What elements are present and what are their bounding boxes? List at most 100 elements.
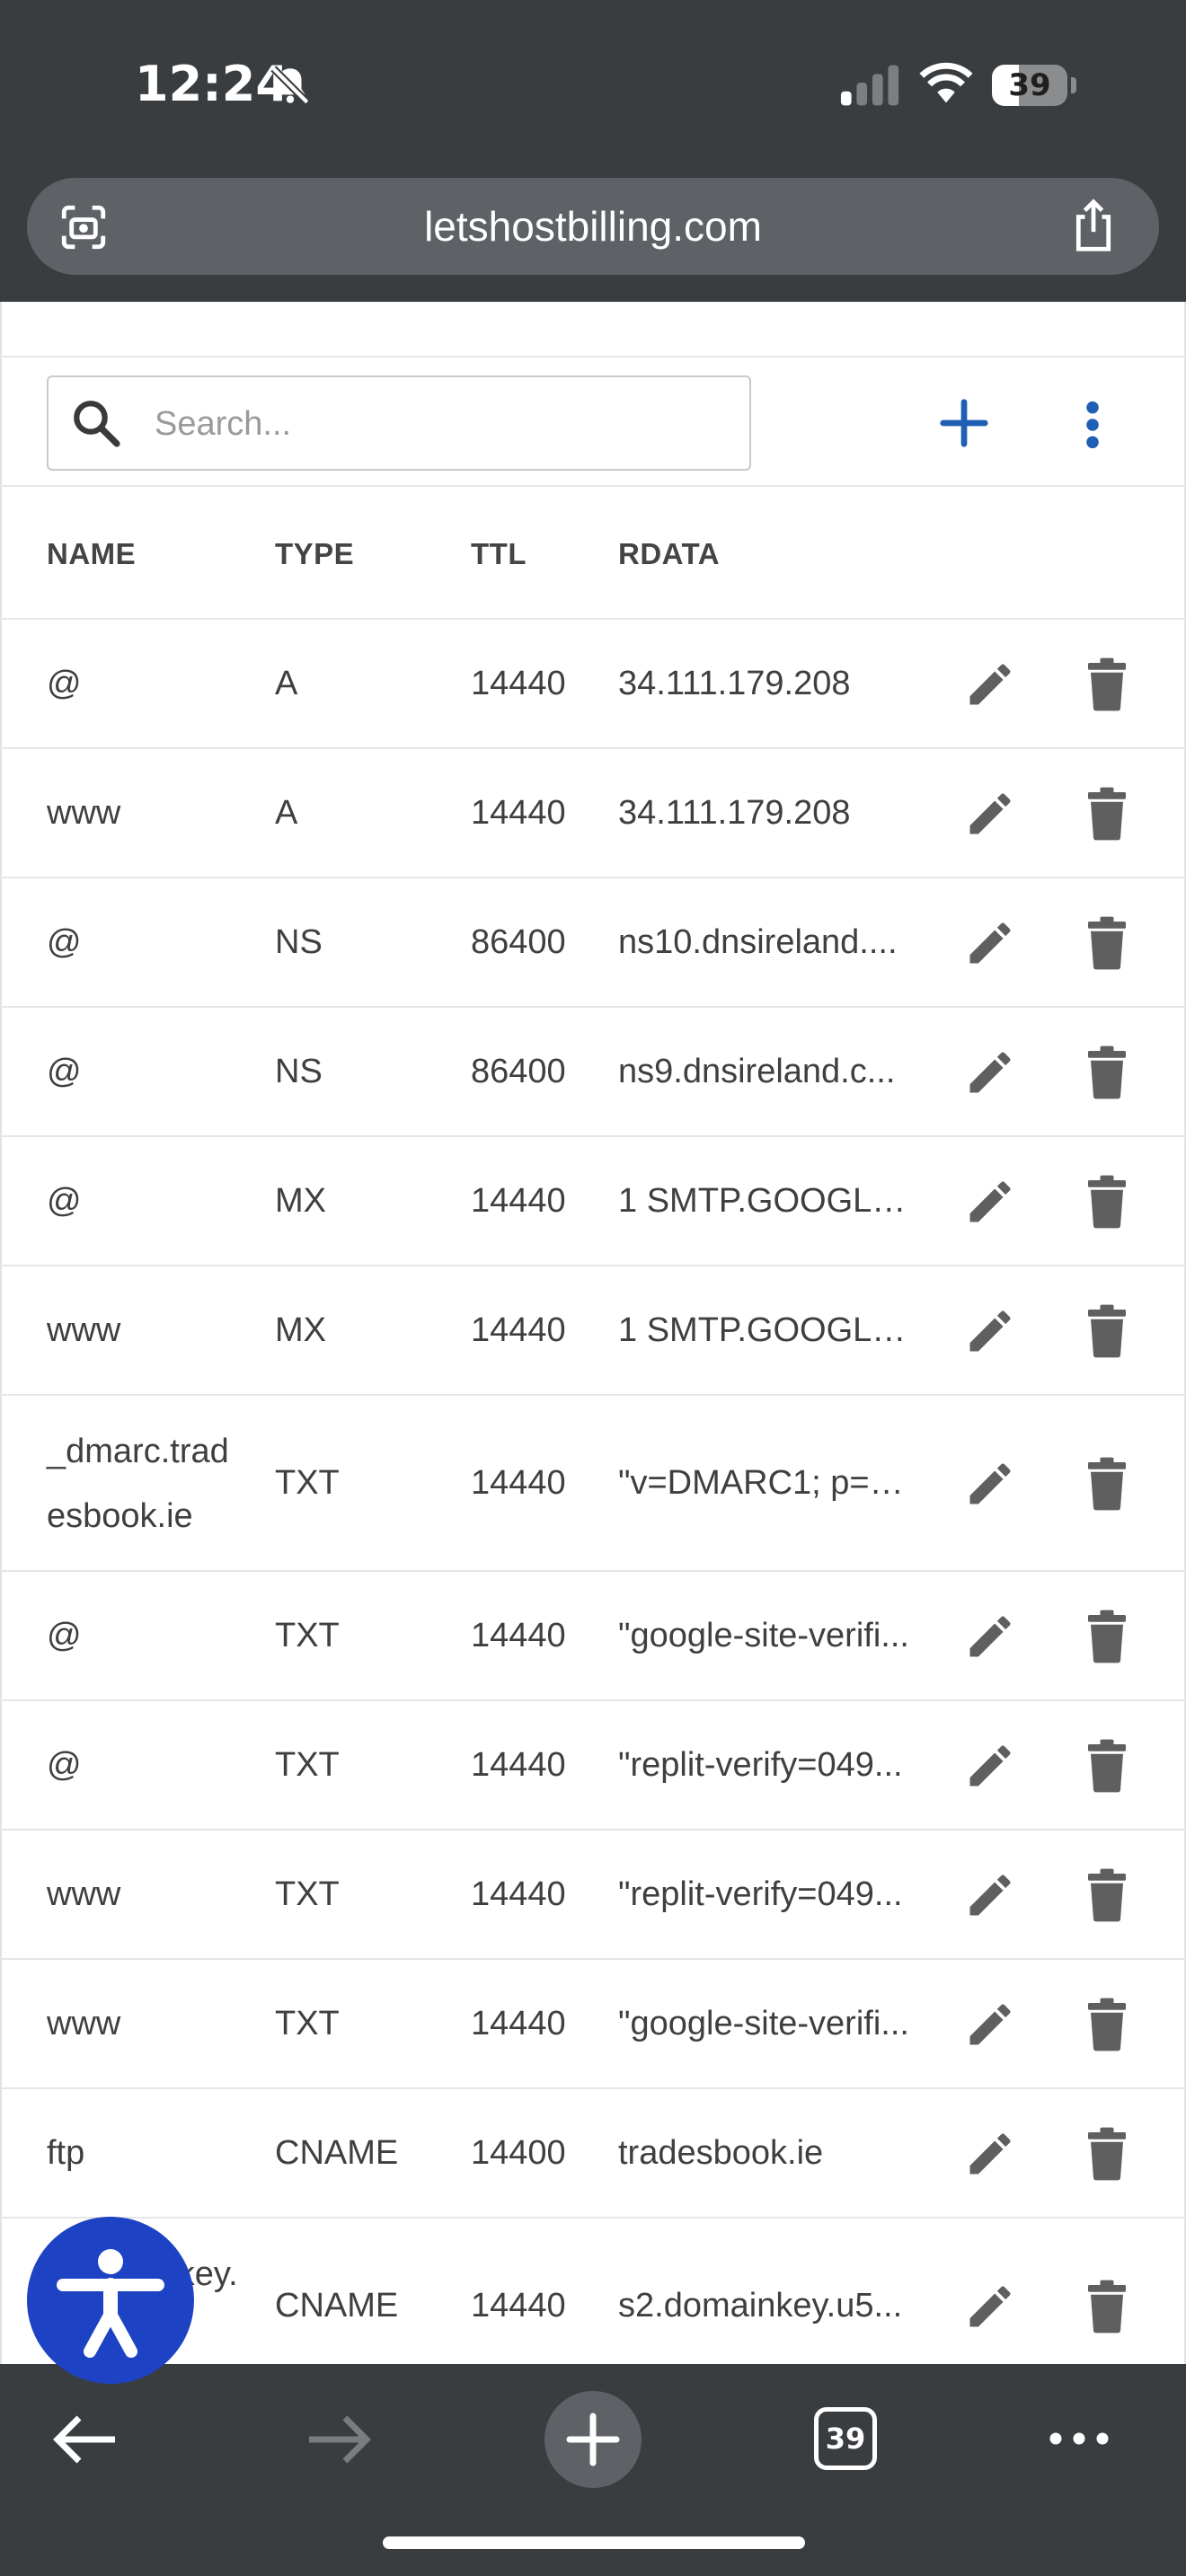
record-rdata: 34.111.179.208: [618, 665, 851, 702]
pencil-icon[interactable]: [963, 2280, 1017, 2333]
forward-arrow-icon[interactable]: [305, 2411, 374, 2468]
lens-scan-icon[interactable]: [58, 201, 110, 253]
pencil-icon[interactable]: [963, 1739, 1017, 1793]
record-rdata: "replit-verify=049...: [618, 1875, 903, 1913]
record-ttl: 14440: [471, 2287, 566, 2325]
home-indicator: [383, 2536, 805, 2549]
pencil-icon[interactable]: [963, 2127, 1017, 2181]
trash-icon[interactable]: [1085, 1457, 1128, 1511]
table-row: www A 14440 34.111.179.208: [0, 749, 1186, 878]
record-ttl: 14440: [471, 1875, 566, 1913]
record-ttl: 14440: [471, 794, 566, 832]
pencil-icon[interactable]: [963, 1868, 1017, 1922]
table-row: ftp CNAME 14400 tradesbook.ie: [0, 2089, 1186, 2219]
trash-icon[interactable]: [1085, 657, 1128, 711]
record-name: @: [47, 1746, 82, 1784]
column-header-type[interactable]: TYPE: [275, 537, 354, 571]
back-arrow-icon[interactable]: [50, 2411, 119, 2468]
accessibility-icon: [57, 2249, 164, 2358]
record-type: MX: [275, 1311, 326, 1349]
trash-icon[interactable]: [1085, 1998, 1128, 2051]
table-row: www TXT 14440 "replit-verify=049...: [0, 1831, 1186, 1960]
pencil-icon[interactable]: [963, 1045, 1017, 1099]
trash-icon[interactable]: [1085, 1739, 1128, 1793]
search-input[interactable]: [153, 377, 731, 471]
trash-icon[interactable]: [1085, 2280, 1128, 2333]
record-rdata: s2.domainkey.u5...: [618, 2287, 903, 2325]
browser-top-chrome: 12:24 39 letshostbilling.com: [0, 0, 1186, 302]
record-type: TXT: [275, 1617, 340, 1654]
tab-switcher-button[interactable]: 39: [814, 2407, 877, 2470]
pencil-icon[interactable]: [963, 916, 1017, 970]
battery-indicator: 39: [992, 65, 1076, 106]
column-header-ttl[interactable]: TTL: [471, 537, 527, 571]
record-type: TXT: [275, 1464, 340, 1502]
table-row: www TXT 14440 "google-site-verifi...: [0, 1960, 1186, 2089]
table-row: www MX 14440 1 SMTP.GOOGLE....: [0, 1266, 1186, 1396]
more-options-button[interactable]: [1075, 399, 1111, 451]
plus-icon: [566, 2413, 620, 2466]
pencil-icon[interactable]: [963, 787, 1017, 841]
divider: [0, 485, 1186, 487]
table-row: @ A 14440 34.111.179.208: [0, 620, 1186, 749]
record-ttl: 14440: [471, 1464, 566, 1502]
new-tab-button[interactable]: [544, 2391, 642, 2488]
url-bar[interactable]: letshostbilling.com: [27, 178, 1159, 275]
trash-icon[interactable]: [1085, 1304, 1128, 1358]
record-rdata: ns10.dnsireland....: [618, 923, 898, 961]
trash-icon[interactable]: [1085, 1175, 1128, 1229]
pencil-icon[interactable]: [963, 1175, 1017, 1229]
column-header-rdata[interactable]: RDATA: [618, 537, 720, 571]
trash-icon[interactable]: [1085, 1045, 1128, 1099]
cellular-signal-icon: [840, 65, 899, 106]
record-name: www: [47, 1875, 121, 1913]
trash-icon[interactable]: [1085, 787, 1128, 841]
record-rdata: "google-site-verifi...: [618, 1617, 909, 1654]
table-row: @ NS 86400 ns10.dnsireland....: [0, 878, 1186, 1008]
bell-muted-icon: [270, 66, 310, 105]
record-ttl: 14440: [471, 2005, 566, 2042]
trash-icon[interactable]: [1085, 2127, 1128, 2181]
pencil-icon[interactable]: [963, 657, 1017, 711]
search-box[interactable]: [47, 375, 751, 471]
trash-icon[interactable]: [1085, 1868, 1128, 1922]
record-ttl: 14440: [471, 665, 566, 702]
table-row: @ NS 86400 ns9.dnsireland.c...: [0, 1008, 1186, 1137]
record-rdata: "google-site-verifi...: [618, 2005, 909, 2042]
record-rdata: 34.111.179.208: [618, 794, 851, 832]
record-rdata: "v=DMARC1; p=n...: [618, 1464, 915, 1502]
record-name: www: [47, 2005, 121, 2042]
record-ttl: 86400: [471, 923, 566, 961]
accessibility-button[interactable]: [27, 2217, 194, 2384]
trash-icon[interactable]: [1085, 916, 1128, 970]
record-name: _dmarc.tradesbook.ie: [47, 1433, 229, 1535]
record-rdata: "replit-verify=049...: [618, 1746, 903, 1784]
pencil-icon[interactable]: [963, 1610, 1017, 1663]
pencil-icon[interactable]: [963, 1457, 1017, 1511]
record-type: A: [275, 794, 298, 832]
record-ttl: 14440: [471, 1182, 566, 1220]
pencil-icon[interactable]: [963, 1998, 1017, 2051]
record-name: @: [47, 665, 82, 702]
table-row: @ TXT 14440 "google-site-verifi...: [0, 1572, 1186, 1701]
column-header-name[interactable]: NAME: [47, 537, 136, 571]
record-type: A: [275, 665, 298, 702]
divider: [0, 356, 1186, 357]
search-icon: [74, 401, 120, 447]
record-rdata: 1 SMTP.GOOGLE....: [618, 1311, 915, 1349]
trash-icon[interactable]: [1085, 1610, 1128, 1663]
record-name: @: [47, 1617, 82, 1654]
record-ttl: 14440: [471, 1311, 566, 1349]
record-name: ftp: [47, 2134, 85, 2172]
record-name: @: [47, 1182, 82, 1220]
share-icon[interactable]: [1067, 198, 1120, 253]
record-ttl: 86400: [471, 1053, 566, 1090]
url-text[interactable]: letshostbilling.com: [27, 178, 1159, 275]
more-horizontal-icon[interactable]: [1048, 2430, 1111, 2447]
record-name: www: [47, 794, 121, 832]
record-ttl: 14440: [471, 1617, 566, 1654]
record-type: TXT: [275, 1746, 340, 1784]
add-record-button[interactable]: [936, 395, 992, 451]
pencil-icon[interactable]: [963, 1304, 1017, 1358]
record-type: TXT: [275, 1875, 340, 1913]
